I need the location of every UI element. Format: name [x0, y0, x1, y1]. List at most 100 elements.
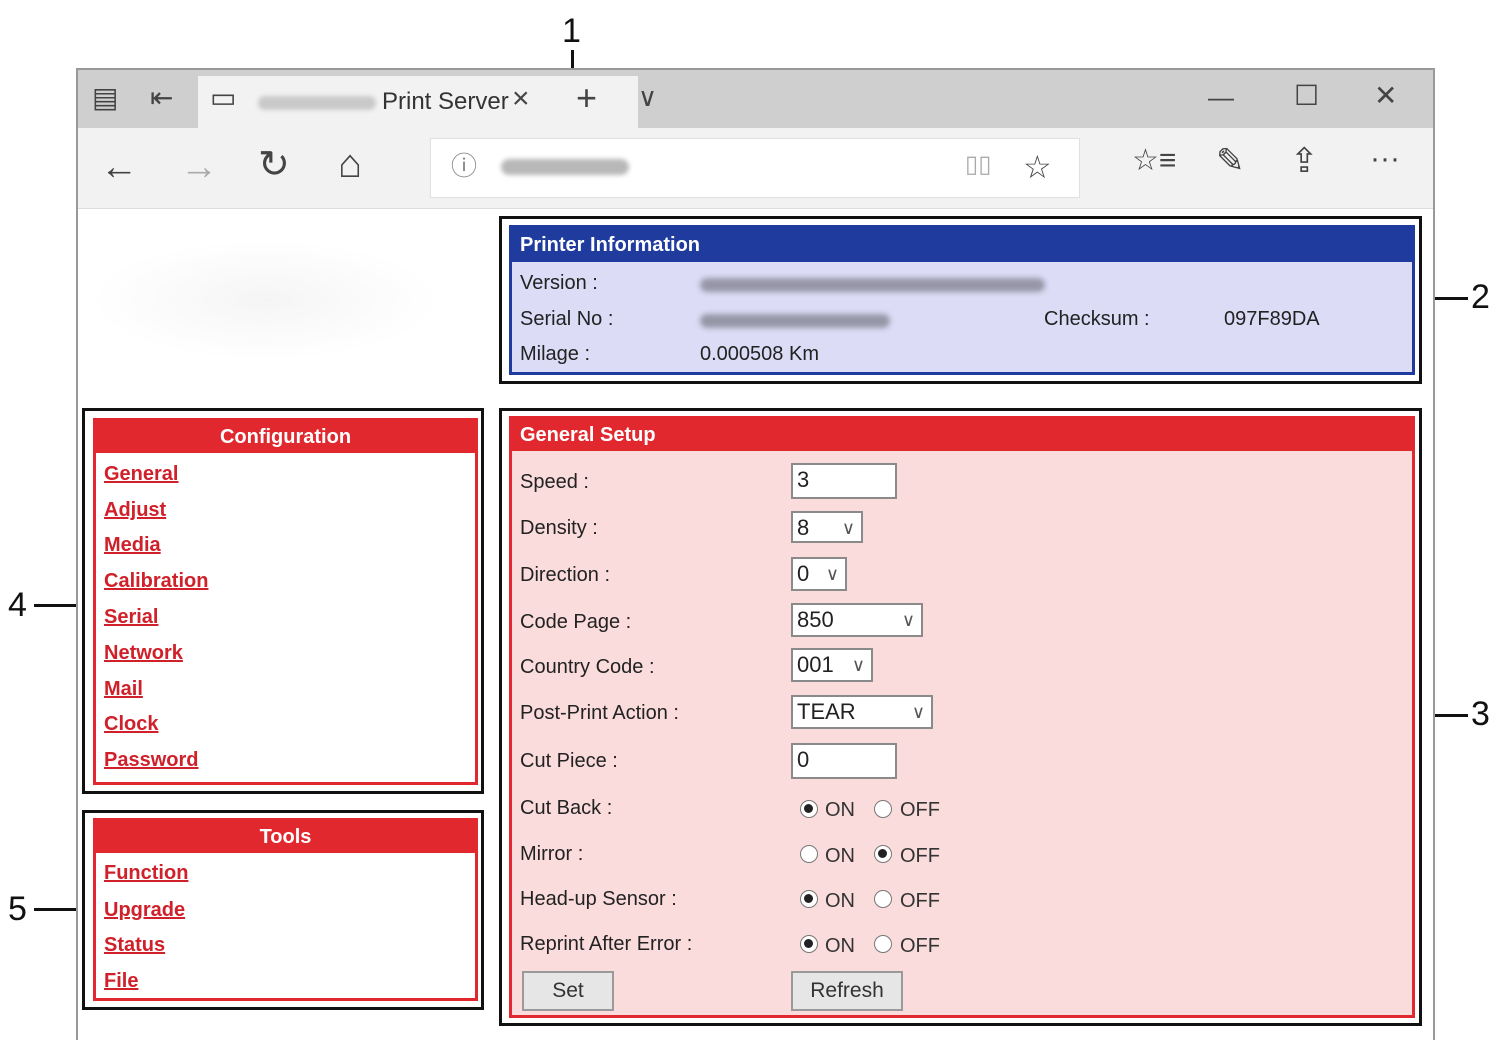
milage-label: Milage :	[520, 343, 591, 365]
reading-view-icon[interactable]: ▯▯	[965, 153, 991, 177]
tools-header: Tools	[96, 821, 475, 853]
headup-on-radio[interactable]	[800, 890, 818, 908]
favorites-list-icon[interactable]: ☆≡	[1132, 146, 1176, 176]
direction-value: 0	[797, 561, 810, 586]
favorite-star-icon[interactable]: ☆	[1023, 151, 1052, 183]
info-icon[interactable]: ⓘ	[451, 153, 477, 179]
tab-title-text: Print Server	[382, 88, 509, 115]
tab-aside-icon[interactable]: ⇤	[150, 84, 173, 112]
headup-sensor-label: Head-up Sensor :	[520, 888, 677, 910]
reprint-on-label: ON	[825, 935, 855, 957]
config-link-media[interactable]: Media	[104, 534, 161, 557]
reprint-on-radio[interactable]	[800, 935, 818, 953]
direction-select[interactable]: 0 ∨	[791, 557, 847, 591]
checksum-value: 097F89DA	[1224, 308, 1320, 330]
back-icon[interactable]: ←	[100, 148, 138, 186]
tools-link-status[interactable]: Status	[104, 934, 165, 957]
address-url-redacted	[501, 159, 629, 175]
tools-link-file[interactable]: File	[104, 970, 138, 993]
config-link-mail[interactable]: Mail	[104, 678, 143, 701]
code-page-label: Code Page :	[520, 611, 632, 633]
version-label: Version :	[520, 272, 598, 294]
printer-info-panel: Printer Information Version : Serial No …	[509, 225, 1415, 375]
callout-5: 5	[8, 890, 27, 928]
tools-link-upgrade[interactable]: Upgrade	[104, 899, 185, 922]
mirror-off-radio[interactable]	[874, 845, 892, 863]
headup-off-radio[interactable]	[874, 890, 892, 908]
config-link-password[interactable]: Password	[104, 749, 198, 772]
cut-back-label: Cut Back :	[520, 797, 613, 819]
callout-4-line	[34, 604, 82, 607]
general-setup-panel: General Setup Speed : 3 Density : 8 ∨ Dir…	[509, 416, 1415, 1018]
cut-piece-label: Cut Piece :	[520, 750, 618, 772]
new-tab-icon[interactable]: +	[576, 80, 597, 116]
cut-piece-input[interactable]: 0	[791, 743, 897, 779]
headup-off-label: OFF	[900, 890, 940, 912]
tab-print-server[interactable]: ▭ Print Server ×	[198, 76, 638, 128]
config-link-adjust[interactable]: Adjust	[104, 499, 166, 522]
config-link-clock[interactable]: Clock	[104, 713, 158, 736]
home-icon[interactable]: ⌂	[338, 144, 362, 184]
mirror-label: Mirror :	[520, 843, 584, 865]
reprint-label: Reprint After Error :	[520, 933, 693, 955]
close-tab-icon[interactable]: ×	[512, 84, 530, 114]
headup-on-label: ON	[825, 890, 855, 912]
forward-icon[interactable]: →	[180, 148, 218, 186]
page-icon: ▭	[210, 82, 237, 113]
notes-pen-icon[interactable]: ✎	[1216, 144, 1245, 178]
config-link-network[interactable]: Network	[104, 642, 183, 665]
cut-back-off-radio[interactable]	[874, 800, 892, 818]
tab-title: Print Server	[258, 88, 509, 116]
callout-5-line	[34, 908, 82, 911]
speed-label: Speed :	[520, 471, 589, 493]
chevron-down-icon: ∨	[825, 564, 839, 584]
mirror-off-label: OFF	[900, 845, 940, 867]
tools-link-function[interactable]: Function	[104, 862, 188, 885]
mirror-on-label: ON	[825, 845, 855, 867]
serial-value-redacted	[700, 314, 890, 328]
checksum-label: Checksum :	[1044, 308, 1150, 330]
speed-input[interactable]: 3	[791, 463, 897, 499]
tab-stack-icon[interactable]: ▤	[92, 84, 118, 112]
mirror-on-radio[interactable]	[800, 845, 818, 863]
tools-panel: Tools Function Upgrade Status File	[93, 818, 478, 1001]
callout-3: 3	[1471, 695, 1490, 733]
cut-back-on-radio[interactable]	[800, 800, 818, 818]
configuration-header: Configuration	[96, 421, 475, 453]
chevron-down-icon: ∨	[851, 655, 865, 675]
share-icon[interactable]: ⇪	[1290, 144, 1319, 178]
post-print-select[interactable]: TEAR ∨	[791, 695, 933, 729]
more-icon[interactable]: ···	[1370, 144, 1400, 174]
country-code-label: Country Code :	[520, 656, 655, 678]
post-print-label: Post-Print Action :	[520, 702, 679, 724]
cut-back-on-label: ON	[825, 799, 855, 821]
cut-back-off-label: OFF	[900, 799, 940, 821]
nav-toolbar: ← → ↻ ⌂ ⓘ ▯▯ ☆ ☆≡ ✎ ⇪ ···	[78, 128, 1433, 209]
callout-1: 1	[562, 12, 581, 50]
density-label: Density :	[520, 517, 598, 539]
refresh-icon[interactable]: ↻	[258, 146, 290, 184]
country-code-value: 001	[797, 652, 834, 677]
callout-4: 4	[8, 586, 27, 624]
maximize-icon[interactable]: ☐	[1294, 82, 1319, 110]
density-select[interactable]: 8 ∨	[791, 511, 863, 543]
tab-title-redacted	[258, 95, 376, 110]
chevron-down-icon: ∨	[841, 518, 855, 538]
config-link-general[interactable]: General	[104, 463, 178, 486]
chevron-down-icon: ∨	[901, 610, 915, 630]
refresh-button[interactable]: Refresh	[791, 971, 903, 1011]
close-window-icon[interactable]: ✕	[1374, 82, 1397, 110]
tab-list-icon[interactable]: ∨	[638, 84, 657, 110]
callout-2: 2	[1471, 278, 1490, 316]
reprint-off-radio[interactable]	[874, 935, 892, 953]
set-button[interactable]: Set	[522, 971, 614, 1011]
chevron-down-icon: ∨	[911, 702, 925, 722]
config-link-serial[interactable]: Serial	[104, 606, 158, 629]
reprint-off-label: OFF	[900, 935, 940, 957]
config-link-calibration[interactable]: Calibration	[104, 570, 208, 593]
tab-bar: ▤ ⇤ ▭ Print Server × + ∨ — ☐ ✕	[78, 70, 1433, 128]
minimize-icon[interactable]: —	[1208, 84, 1234, 110]
code-page-select[interactable]: 850 ∨	[791, 603, 923, 637]
country-code-select[interactable]: 001 ∨	[791, 648, 873, 682]
address-bar[interactable]: ⓘ ▯▯ ☆	[430, 138, 1080, 198]
